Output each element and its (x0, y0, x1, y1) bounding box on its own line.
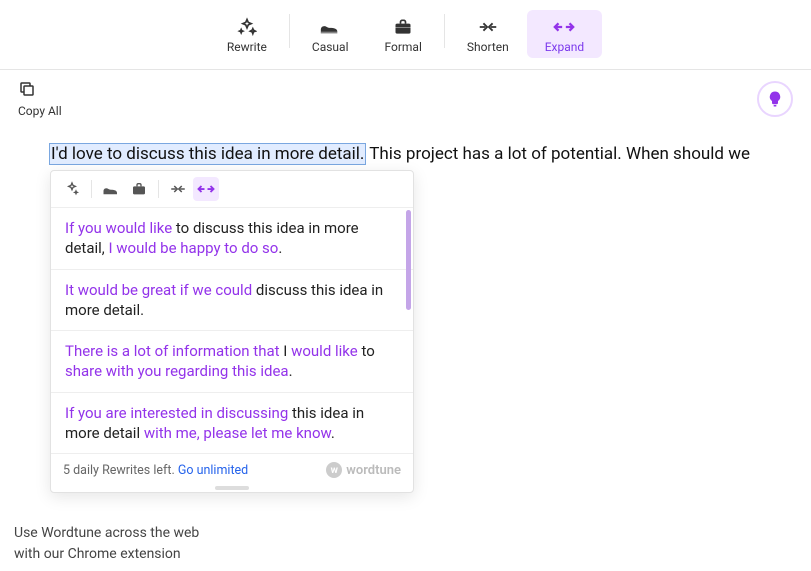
brand-name: wordtune (346, 463, 401, 478)
go-unlimited-link[interactable]: Go unlimited (178, 463, 248, 478)
lightbulb-icon (766, 90, 784, 108)
rewrites-left-text: 5 daily Rewrites left. Go unlimited (63, 463, 248, 478)
suggestions-popup: If you would like to discuss this idea i… (50, 170, 414, 493)
ideas-button[interactable] (757, 81, 793, 117)
shorten-icon (477, 16, 499, 38)
brand-icon: w (326, 462, 342, 478)
shorten-button[interactable]: Shorten (449, 10, 527, 58)
sparkle-icon (237, 16, 257, 38)
popup-formal-button[interactable] (126, 177, 152, 201)
suggestion-item[interactable]: If you are interested in discussing this… (51, 393, 413, 454)
popup-footer: 5 daily Rewrites left. Go unlimited w wo… (51, 453, 413, 486)
expand-icon (553, 16, 575, 38)
shorten-label: Shorten (467, 40, 509, 54)
popup-toolbar (51, 171, 413, 208)
casual-button[interactable]: Casual (294, 10, 367, 58)
sub-toolbar: Copy All (0, 70, 811, 118)
briefcase-icon (393, 16, 413, 38)
copy-all-label: Copy All (18, 104, 62, 118)
casual-label: Casual (312, 40, 349, 54)
toolbar-divider (444, 14, 445, 48)
toolbar-divider (289, 14, 290, 48)
popup-expand-button[interactable] (193, 177, 219, 201)
popup-divider (91, 180, 92, 198)
brand-logo: w wordtune (326, 462, 401, 478)
rewrites-count: 5 daily Rewrites left. (63, 463, 178, 478)
suggestion-item[interactable]: If you would like to discuss this idea i… (51, 208, 413, 270)
expand-button[interactable]: Expand (527, 10, 602, 58)
selected-text: I'd love to discuss this idea in more de… (50, 144, 365, 164)
toolbar-group: Rewrite Casual Formal Shorten Expa (209, 10, 602, 58)
rewrite-button[interactable]: Rewrite (209, 10, 285, 58)
promo-line1: Use Wordtune across the web (14, 523, 199, 544)
suggestion-item[interactable]: It would be great if we could discuss th… (51, 270, 413, 332)
promo-line2: with our Chrome extension (14, 544, 199, 565)
expand-label: Expand (545, 40, 584, 54)
scrollbar-thumb[interactable] (406, 210, 411, 310)
rewrite-label: Rewrite (227, 40, 267, 54)
suggestion-item[interactable]: There is a lot of information that I wou… (51, 331, 413, 393)
suggestions-list[interactable]: If you would like to discuss this idea i… (51, 208, 413, 453)
sneaker-icon (319, 16, 341, 38)
popup-shorten-button[interactable] (165, 177, 191, 201)
copy-icon (18, 80, 36, 98)
popup-divider (158, 180, 159, 198)
formal-button[interactable]: Formal (366, 10, 439, 58)
copy-all-button[interactable]: Copy All (18, 80, 62, 118)
popup-casual-button[interactable] (98, 177, 124, 201)
drag-handle[interactable] (51, 486, 413, 492)
main-toolbar: Rewrite Casual Formal Shorten Expa (0, 0, 811, 70)
popup-rewrite-button[interactable] (59, 177, 85, 201)
promo-text: Use Wordtune across the web with our Chr… (14, 523, 199, 565)
formal-label: Formal (384, 40, 421, 54)
